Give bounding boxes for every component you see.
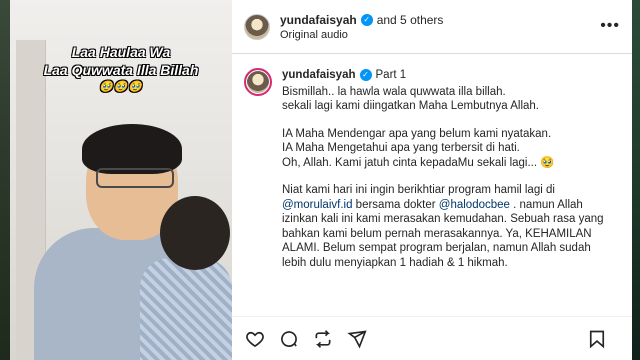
caption-line: IA Maha Mendengar apa yang belum kami ny…	[282, 127, 552, 140]
caption-avatar[interactable]	[244, 68, 272, 96]
background-right	[632, 0, 640, 360]
caption-text-span: bersama dokter	[352, 198, 439, 211]
caption-line: IA Maha Mengetahui apa yang terbersit di…	[282, 142, 520, 154]
background-left	[0, 0, 10, 360]
send-icon[interactable]	[346, 328, 368, 350]
paragraph-3: Niat kami hari ini ingin berikhtiar prog…	[282, 183, 604, 270]
caption-text-span: . namun Allah	[509, 198, 583, 211]
post-modal: Laa Haulaa Wa Laa Quwwata Illa Billah 🥹🥹…	[10, 0, 632, 360]
video-caption-line2: Laa Quwwata Illa Billah	[43, 62, 199, 78]
mention-link[interactable]: @halodocbee	[439, 199, 510, 211]
more-options-icon[interactable]: •••	[600, 18, 620, 34]
baby-body	[140, 258, 232, 360]
caption-line: bahkan kami belum pernah merasakannya. Y…	[282, 227, 592, 240]
caption-area: yundafaisyah ✓ Part 1 Bismillah.. la haw…	[232, 54, 632, 316]
action-bar	[232, 316, 632, 360]
caption-line: Bismillah.. la hawla wala quwwata illa b…	[282, 85, 506, 98]
verified-badge-icon: ✓	[359, 69, 372, 82]
post-header: yundafaisyah ✓ and 5 others Original aud…	[232, 0, 632, 54]
caption-line: sekali lagi kami diingatkan Maha Lembutn…	[282, 100, 539, 112]
caption-line: lebih dulu menyiapkan 1 hadiah & 1 hikma…	[282, 256, 508, 269]
caption-username[interactable]: yundafaisyah	[282, 68, 356, 83]
mention-link[interactable]: @morulaivf.id	[282, 199, 352, 211]
heart-icon[interactable]	[244, 328, 266, 350]
video-caption-line1: Laa Haulaa Wa	[71, 44, 171, 60]
bookmark-icon[interactable]	[586, 328, 608, 350]
screen: Laa Haulaa Wa Laa Quwwata Illa Billah 🥹🥹…	[0, 0, 640, 360]
header-username[interactable]: yundafaisyah	[280, 13, 357, 27]
caption-part-label: Part 1	[375, 69, 407, 81]
caption-line: ALAMI. Belum sempat program berjalan, na…	[282, 242, 591, 254]
header-text: yundafaisyah ✓ and 5 others Original aud…	[280, 13, 443, 41]
audio-label[interactable]: Original audio	[280, 29, 443, 41]
caption-line: Oh, Allah. Kami jatuh cinta kepadaMu sek…	[282, 156, 555, 169]
paragraph-1: Bismillah.. la hawla wala quwwata illa b…	[282, 85, 604, 114]
collab-others[interactable]: and 5 others	[377, 13, 444, 27]
caption-text: yundafaisyah ✓ Part 1 Bismillah.. la haw…	[282, 68, 604, 316]
caption-line: izinkan kali ini kami merasakan kemudaha…	[282, 213, 604, 225]
post-media[interactable]: Laa Haulaa Wa Laa Quwwata Illa Billah 🥹🥹…	[10, 0, 232, 360]
baby-head	[160, 196, 230, 270]
paragraph-2: IA Maha Mendengar apa yang belum kami ny…	[282, 127, 604, 171]
verified-badge-icon: ✓	[360, 13, 373, 26]
post-panel: yundafaisyah ✓ and 5 others Original aud…	[232, 0, 632, 360]
repost-icon[interactable]	[312, 328, 334, 350]
man-hair	[82, 124, 182, 174]
avatar[interactable]	[244, 13, 270, 40]
caption-line: @morulaivf.id bersama dokter @halodocbee…	[282, 198, 604, 213]
caption-line: Niat kami hari ini ingin berikhtiar prog…	[282, 184, 555, 196]
video-caption-emoji: 🥹🥹🥹	[98, 81, 144, 93]
comment-icon[interactable]	[278, 328, 300, 350]
glasses	[96, 168, 174, 188]
